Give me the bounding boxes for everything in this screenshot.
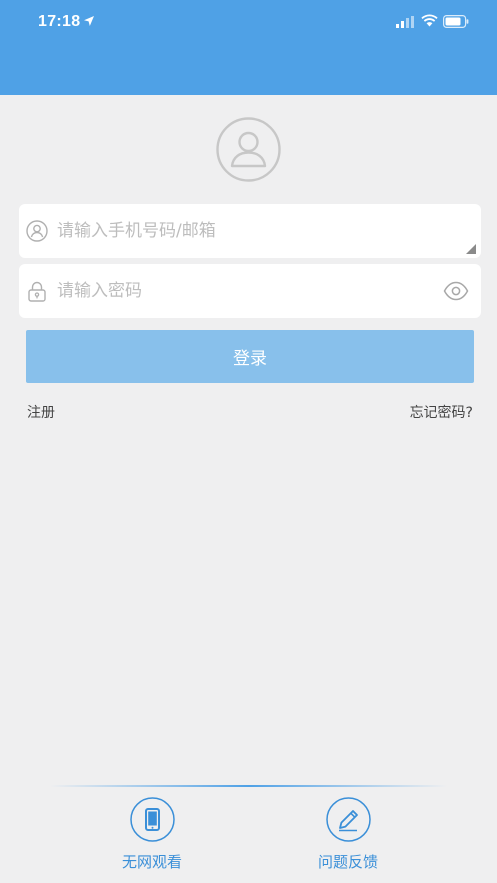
password-input[interactable] bbox=[57, 264, 457, 318]
phone-email-input[interactable] bbox=[57, 204, 457, 258]
login-button[interactable]: 登录 bbox=[26, 330, 474, 383]
pencil-icon bbox=[325, 797, 371, 842]
phone-email-field bbox=[19, 204, 481, 258]
status-time: 17:18 bbox=[38, 13, 81, 30]
header-bar: 17:18 bbox=[0, 0, 497, 95]
offline-view-button[interactable]: 无网观看 bbox=[102, 797, 202, 875]
password-field bbox=[19, 264, 481, 318]
bottom-divider bbox=[50, 785, 447, 787]
resize-grip-icon bbox=[466, 244, 476, 254]
user-icon bbox=[26, 220, 48, 242]
eye-icon[interactable] bbox=[443, 281, 469, 301]
location-arrow-icon bbox=[84, 16, 94, 26]
cellular-signal-icon bbox=[396, 16, 414, 28]
wifi-icon bbox=[421, 14, 438, 27]
forgot-password-link[interactable]: 忘记密码? bbox=[410, 402, 473, 422]
user-avatar-icon bbox=[216, 117, 281, 182]
register-link[interactable]: 注册 bbox=[27, 402, 55, 422]
phone-icon bbox=[129, 797, 175, 842]
offline-view-label: 无网观看 bbox=[121, 853, 182, 871]
feedback-label: 问题反馈 bbox=[317, 853, 378, 871]
lock-icon bbox=[28, 281, 46, 302]
battery-icon bbox=[443, 15, 469, 28]
feedback-button[interactable]: 问题反馈 bbox=[298, 797, 398, 875]
